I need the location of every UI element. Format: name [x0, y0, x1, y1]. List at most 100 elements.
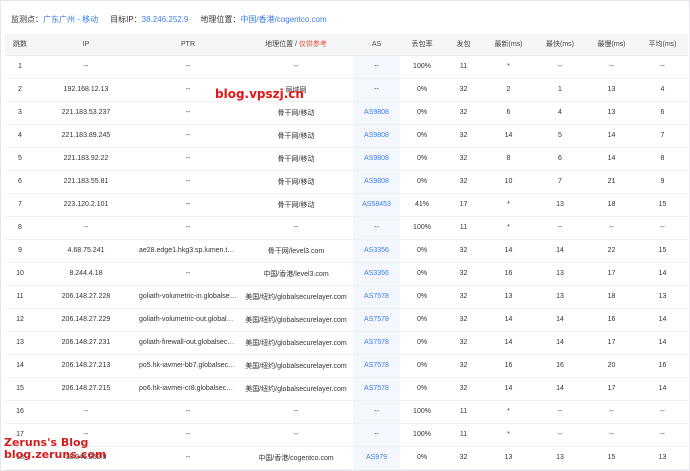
cell-last: 16 [483, 354, 534, 378]
cell-ip: 206.148.27.231 [35, 331, 137, 355]
cell-avg: 13 [637, 285, 688, 309]
cell-as: -- [353, 78, 400, 102]
table-header-row: 跳数 IP PTR 地理位置 / 仅供参考 AS 丢包率 发包 最新(ms) 最… [5, 34, 688, 56]
cell-as[interactable]: AS9808 [353, 124, 400, 148]
table-row: 16 -- -- -- -- 100% 11 * -- -- -- [5, 400, 688, 424]
geo-label: 地理位置： [200, 14, 241, 24]
table-row: 14 206.148.27.213 po5.hk-iavmei-bb7.global… [5, 354, 688, 378]
cell-best: 16 [534, 354, 586, 378]
cell-loss: 0% [400, 354, 444, 378]
cell-sent: 11 [444, 55, 483, 79]
cell-sent: 17 [444, 193, 483, 217]
cell-as[interactable]: AS7578 [353, 285, 400, 309]
cell-last: 2 [483, 78, 534, 102]
cell-loss: 0% [400, 170, 444, 194]
cell-as: -- [353, 423, 400, 447]
cell-best: 5 [534, 124, 586, 148]
cell-worst: -- [586, 423, 637, 447]
cell-as[interactable]: AS58453 [353, 193, 400, 217]
cell-worst: -- [586, 400, 637, 424]
cell-as[interactable]: AS9808 [353, 170, 400, 194]
col-sent: 发包 [444, 34, 483, 56]
cell-last: 8 [483, 147, 534, 171]
cell-sent: 32 [444, 101, 483, 125]
cell-worst: 13 [586, 101, 637, 125]
cell-last: * [483, 216, 534, 240]
cell-ptr: -- [137, 423, 239, 447]
cell-ptr: goliath-volumetric-out.globalsecurelayer… [137, 308, 239, 332]
cell-as[interactable]: AS3356 [353, 239, 400, 263]
probe-label: 监测点： [11, 14, 43, 24]
cell-hop: 5 [5, 147, 35, 171]
cell-as[interactable]: AS7578 [353, 308, 400, 332]
cell-geo: 中国/香港/level3.com [239, 262, 353, 286]
cell-best: -- [534, 216, 586, 240]
table-row: 13 206.148.27.231 goliath-firewall-out.glo… [5, 331, 688, 355]
cell-ip: -- [35, 216, 137, 240]
cell-sent: 32 [444, 78, 483, 102]
cell-sent: 32 [444, 170, 483, 194]
cell-best: -- [534, 55, 586, 79]
cell-geo: 骨干网/移动 [239, 124, 353, 148]
cell-worst: 21 [586, 170, 637, 194]
traceroute-table: 跳数 IP PTR 地理位置 / 仅供参考 AS 丢包率 发包 最新(ms) 最… [5, 34, 688, 470]
cell-hop: 10 [5, 262, 35, 286]
cell-geo: 美国/纽约/globalsecurelayer.com [239, 285, 353, 309]
cell-as[interactable]: AS7578 [353, 354, 400, 378]
cell-best: 14 [534, 331, 586, 355]
cell-as[interactable]: AS3356 [353, 262, 400, 286]
cell-ptr: -- [137, 216, 239, 240]
cell-avg: 8 [637, 147, 688, 171]
cell-loss: 100% [400, 400, 444, 424]
cell-last: * [483, 423, 534, 447]
cell-ptr: po6.hk-iavmei-cr8.globalsecurelayer.com [137, 377, 239, 401]
cell-hop: 9 [5, 239, 35, 263]
cell-hop: 3 [5, 101, 35, 125]
cell-ip: 192.168.12.13 [35, 78, 137, 102]
cell-last: 16 [483, 262, 534, 286]
cell-ptr: -- [137, 147, 239, 171]
cell-ptr: goliath-volumetric-in.globalsecurelayer.… [137, 285, 239, 309]
cell-best: 14 [534, 239, 586, 263]
cell-loss: 0% [400, 308, 444, 332]
cell-avg: -- [637, 400, 688, 424]
cell-ip: 223.120.2.101 [35, 193, 137, 217]
cell-last: 14 [483, 239, 534, 263]
table-row: 9 4.68.75.241 ae28.edge1.hkg3.sp.lumen.tec… [5, 239, 688, 263]
table-row: 5 221.183.92.22 -- 骨干网/移动 AS9808 0% 32 8 6 14 8 [5, 147, 688, 171]
cell-as[interactable]: AS9808 [353, 147, 400, 171]
target-ip-label: 目标IP： [110, 14, 142, 24]
cell-ptr: -- [137, 262, 239, 286]
cell-best: -- [534, 423, 586, 447]
col-last: 最新(ms) [483, 34, 534, 56]
cell-as[interactable]: AS979 [353, 446, 400, 470]
col-ptr: PTR [137, 34, 239, 56]
table-row: 6 221.183.55.81 -- 骨干网/移动 AS9808 0% 32 10 7 21 9 [5, 170, 688, 194]
cell-as[interactable]: AS9808 [353, 101, 400, 125]
cell-as[interactable]: AS7578 [353, 331, 400, 355]
cell-avg: 14 [637, 308, 688, 332]
cell-avg: 7 [637, 124, 688, 148]
cell-best: 13 [534, 193, 586, 217]
col-hop: 跳数 [5, 34, 35, 56]
cell-loss: 41% [400, 193, 444, 217]
cell-ptr: ae28.edge1.hkg3.sp.lumen.tech [137, 239, 239, 263]
watermark-corner: Zeruns's Blog blog.zeruns.com [4, 437, 106, 461]
cell-ptr: goliath-firewall-out.globalsecurelayer.c… [137, 331, 239, 355]
cell-hop: 12 [5, 308, 35, 332]
cell-ptr: po5.hk-iavmei-bb7.globalsecurelayer.com [137, 354, 239, 378]
cell-loss: 0% [400, 262, 444, 286]
cell-geo: -- [239, 216, 353, 240]
cell-hop: 15 [5, 377, 35, 401]
cell-ptr: -- [137, 124, 239, 148]
cell-loss: 0% [400, 124, 444, 148]
table-row: 2 192.168.12.13 -- 局域网 -- 0% 32 2 1 13 4 [5, 78, 688, 102]
cell-sent: 11 [444, 400, 483, 424]
cell-as[interactable]: AS7578 [353, 377, 400, 401]
table-row: 17 -- -- -- -- 100% 11 * -- -- -- [5, 423, 688, 447]
col-geo-hint: 仅供参考 [298, 41, 327, 49]
traceroute-panel: 监测点： 广东广州 - 移动 目标IP： 38.246.252.9 地理位置： … [0, 0, 690, 471]
cell-last: * [483, 55, 534, 79]
cell-geo: 中国/香港/cogentco.com [239, 446, 353, 470]
cell-hop: 1 [5, 55, 35, 79]
